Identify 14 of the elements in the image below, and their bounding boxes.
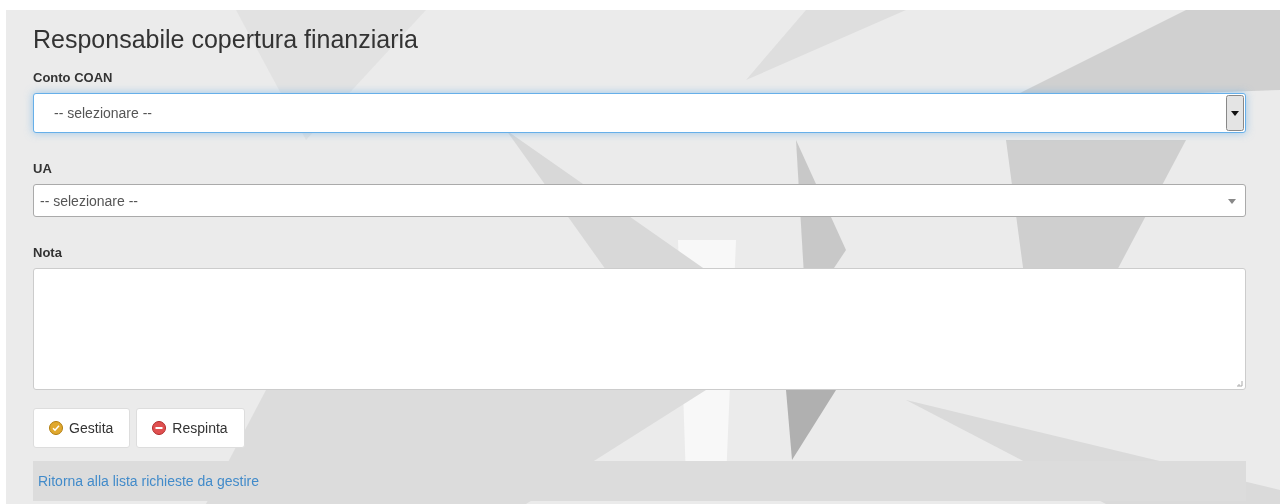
field-label: UA [33,161,52,176]
check-icon [49,421,63,435]
minus-circle-icon [152,421,167,435]
reject-button[interactable]: Respinta [136,408,245,448]
field-label: Nota [33,245,62,260]
field-label: Conto COAN [33,70,113,85]
dropdown-arrow-icon [1227,196,1237,205]
page-title: Responsabile copertura finanziaria [33,24,419,54]
select-field[interactable]: -- selezionare -- [33,184,1246,217]
resize-grip-icon [1236,380,1243,387]
select-field[interactable]: -- selezionare -- [33,93,1246,133]
note-textarea[interactable] [33,268,1246,390]
background-shape [786,390,836,460]
approve-button[interactable]: Gestita [33,408,131,448]
